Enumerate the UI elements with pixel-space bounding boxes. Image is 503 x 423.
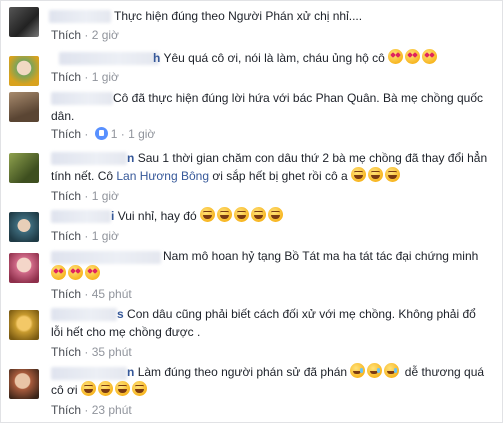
- laugh-icon: [199, 207, 215, 222]
- commenter-name-suffix[interactable]: i: [111, 209, 114, 223]
- comment-meta: Thích · 1 · 1 giờ: [51, 127, 156, 141]
- heart-eyes-icon: [51, 265, 66, 280]
- comment-thread: Thực hiện đúng theo Người Phán xử chị nh…: [0, 0, 503, 423]
- like-reaction-icon[interactable]: [94, 127, 108, 140]
- comment-text: Nam mô hoan hỷ tạng Bồ Tát ma ha tát tác…: [163, 249, 479, 263]
- like-link[interactable]: Thích: [51, 229, 81, 243]
- heart-eyes-icon: [388, 49, 404, 64]
- laugh-icon: [114, 381, 130, 396]
- comment-meta: Thích · 1 giờ: [51, 189, 119, 203]
- comment-time[interactable]: 45 phút: [92, 287, 132, 301]
- comment-meta: Thích · 1 giờ: [51, 70, 119, 84]
- heart-eyes-icon: [405, 49, 421, 64]
- comment-time[interactable]: 1 giờ: [128, 127, 155, 141]
- comment-text: Yêu quá cô ơi, nói là làm, cháu ủng hộ c…: [163, 51, 385, 65]
- heart-eyes-icon: [422, 49, 438, 64]
- laugh-icon: [80, 381, 96, 396]
- laugh-icon: [97, 381, 113, 396]
- commenter-name-suffix[interactable]: h: [153, 51, 160, 65]
- avatar[interactable]: [9, 212, 39, 242]
- comment-meta: Thích · 1 giờ: [51, 229, 119, 243]
- comment-time[interactable]: 1 giờ: [92, 70, 119, 84]
- comment-meta: Thích · 23 phút: [51, 403, 132, 417]
- commenter-name-suffix[interactable]: s: [117, 307, 124, 321]
- comment-meta: Thích · 35 phút: [51, 345, 132, 359]
- laugh-icon: [350, 167, 366, 182]
- comment-time[interactable]: 23 phút: [92, 403, 132, 417]
- like-link[interactable]: Thích: [51, 345, 81, 359]
- comment-time[interactable]: 2 giờ: [92, 28, 119, 42]
- laugh-icon: [267, 207, 283, 222]
- laugh-icon: [384, 167, 400, 182]
- avatar[interactable]: [9, 92, 39, 122]
- like-count[interactable]: 1: [111, 127, 118, 141]
- avatar[interactable]: [9, 253, 39, 283]
- comment-text: Cô đã thực hiện đúng lời hứa với bác Pha…: [51, 91, 484, 123]
- heart-eyes-icon: [85, 265, 100, 280]
- like-link[interactable]: Thích: [51, 127, 81, 141]
- like-link[interactable]: Thích: [51, 70, 81, 84]
- avatar[interactable]: [9, 7, 39, 37]
- commenter-name-blurred[interactable]: [49, 10, 111, 23]
- commenter-name-blurred[interactable]: [59, 52, 159, 65]
- tears-of-joy-icon: [367, 363, 383, 378]
- comment-text: Vui nhỉ, hay đó: [117, 209, 197, 223]
- like-link[interactable]: Thích: [51, 189, 81, 203]
- comment-time[interactable]: 1 giờ: [92, 229, 119, 243]
- comment-time[interactable]: 1 giờ: [92, 189, 119, 203]
- like-link[interactable]: Thích: [51, 287, 81, 301]
- comment-meta: Thích · 45 phút: [51, 287, 132, 301]
- comment-time[interactable]: 35 phút: [92, 345, 132, 359]
- laugh-icon: [250, 207, 266, 222]
- avatar[interactable]: [9, 310, 39, 340]
- tears-of-joy-icon: [384, 363, 400, 378]
- comment-meta: Thích · 2 giờ: [51, 28, 119, 42]
- laugh-icon: [367, 167, 383, 182]
- commenter-name-suffix[interactable]: n: [127, 151, 134, 165]
- comment-text: Thực hiện đúng theo Người Phán xử chị nh…: [114, 9, 363, 23]
- avatar[interactable]: [9, 56, 39, 86]
- laugh-icon: [216, 207, 232, 222]
- laugh-icon: [233, 207, 249, 222]
- heart-eyes-icon: [68, 265, 83, 280]
- like-link[interactable]: Thích: [51, 28, 81, 42]
- comment-text-start: Làm đúng theo người phán sử đã phán: [137, 365, 351, 379]
- avatar[interactable]: [9, 153, 39, 183]
- laugh-icon: [131, 381, 147, 396]
- comment-text: Con dâu cũng phải biết cách đối xử với m…: [51, 307, 476, 339]
- comment-text-end: ơi sắp hết bị ghet rồi cô a: [209, 169, 348, 183]
- commenter-name-suffix[interactable]: n: [127, 365, 134, 379]
- tears-of-joy-icon: [350, 363, 366, 378]
- mentioned-user-link[interactable]: Lan Hương Bông: [116, 169, 209, 183]
- avatar[interactable]: [9, 369, 39, 399]
- like-link[interactable]: Thích: [51, 403, 81, 417]
